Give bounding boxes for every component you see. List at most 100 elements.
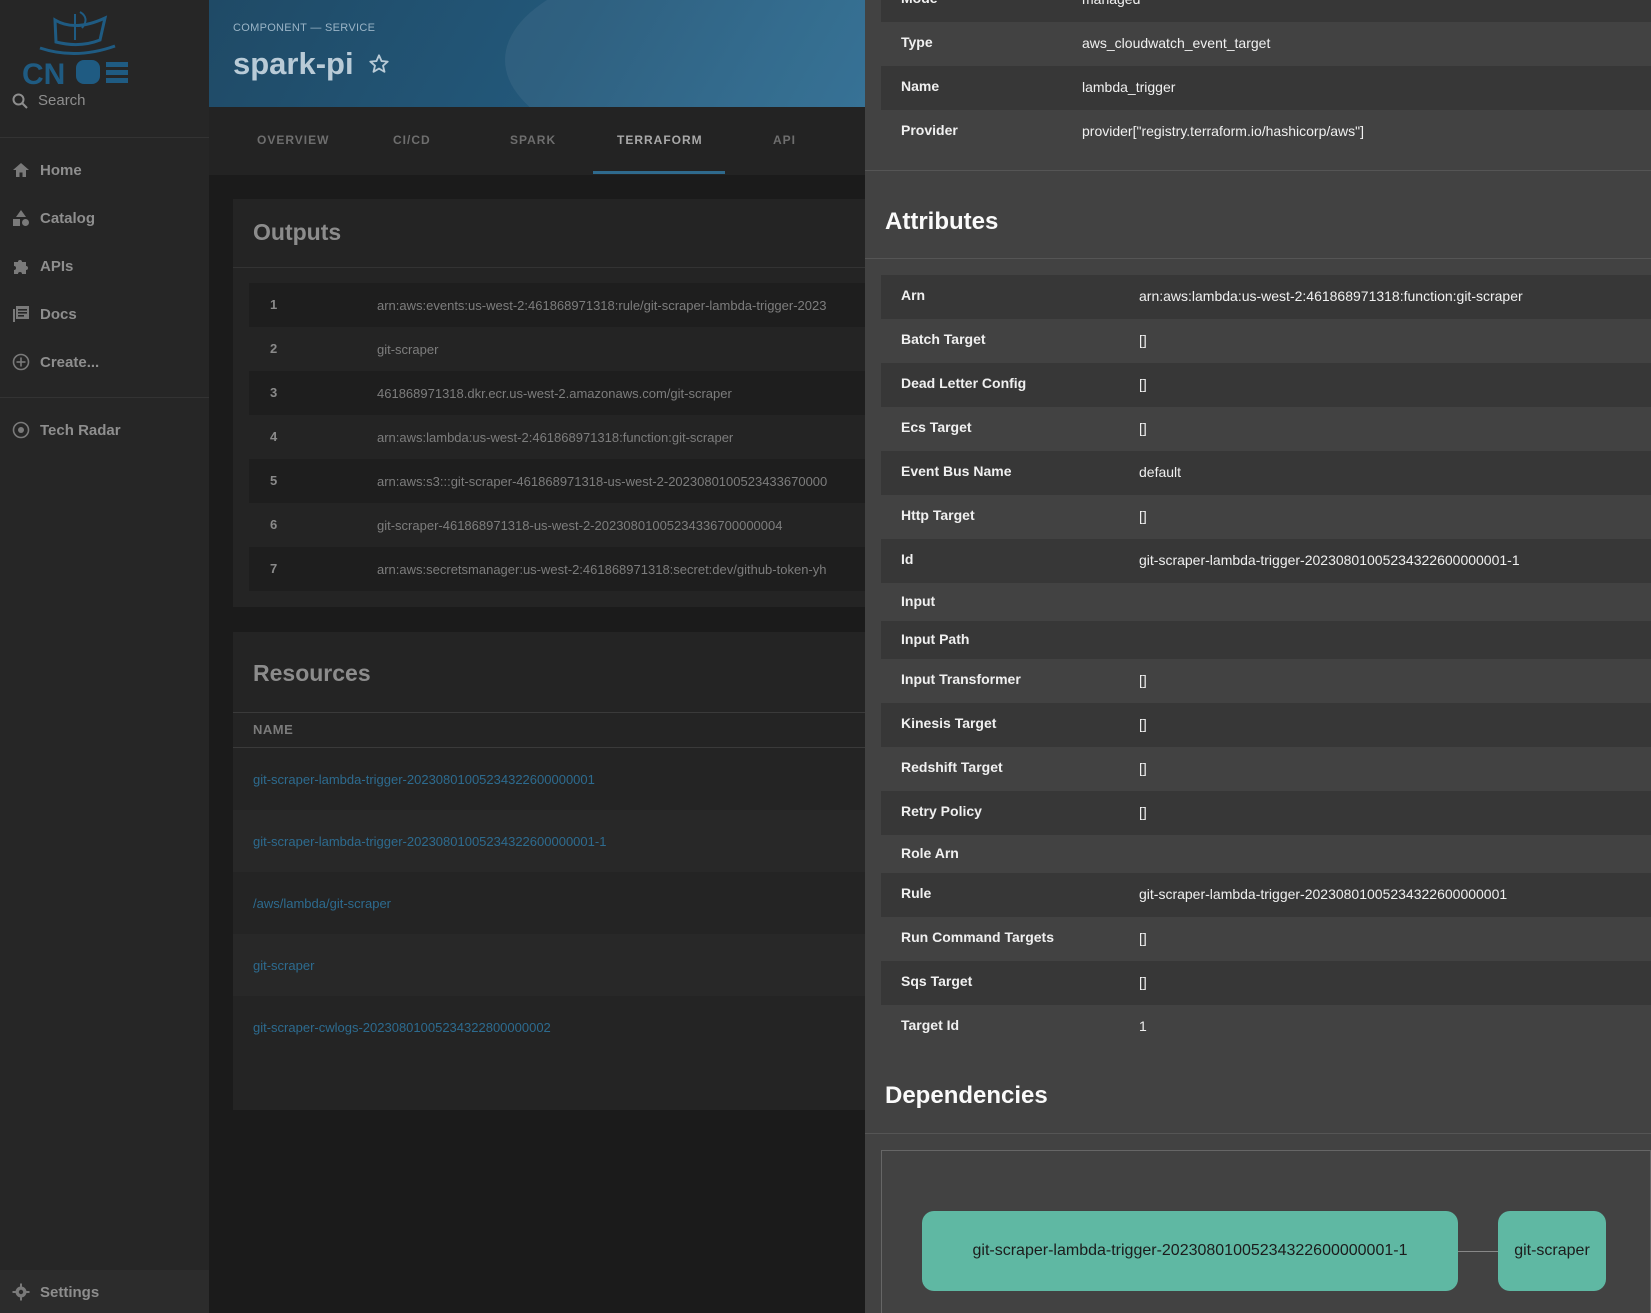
output-row: 4 arn:aws:lambda:us-west-2:461868971318:f… (249, 415, 865, 459)
detail-key: Name (901, 78, 940, 94)
attribute-row: Batch Target [] (881, 319, 1651, 363)
sidebar-divider (0, 397, 209, 398)
resource-link[interactable]: git-scraper-lambda-trigger-2023080100523… (253, 772, 595, 787)
attribute-value: [] (1139, 716, 1147, 732)
attribute-key: Dead Letter Config (901, 375, 1027, 391)
column-header-name[interactable]: NAME (253, 722, 293, 737)
catalog-icon (13, 210, 29, 226)
detail-key: Type (901, 34, 933, 50)
attribute-value: [] (1139, 930, 1147, 946)
attribute-key: Event Bus Name (901, 463, 1012, 479)
attribute-row: Role Arn (881, 835, 1651, 873)
output-value: git-scraper (377, 342, 439, 357)
output-index: 4 (270, 429, 278, 444)
sidebar-item-label: APIs (40, 257, 74, 275)
attribute-key: Arn (901, 287, 926, 303)
tab-terraform[interactable]: TERRAFORM (617, 133, 703, 147)
output-row: 2 git-scraper (249, 327, 865, 371)
attribute-row: Input Transformer [] (881, 659, 1651, 703)
output-index: 7 (270, 561, 278, 576)
attribute-row: Event Bus Name default (881, 451, 1651, 495)
gear-icon (12, 1283, 30, 1301)
attribute-row: Retry Policy [] (881, 791, 1651, 835)
page-title-row: spark-pi (233, 46, 390, 82)
attribute-row: Http Target [] (881, 495, 1651, 539)
resources-title: Resources (253, 660, 371, 686)
sidebar-item-label: Catalog (40, 209, 96, 227)
attribute-value: arn:aws:lambda:us-west-2:461868971318:fu… (1139, 288, 1523, 304)
attribute-row: Sqs Target [] (881, 961, 1651, 1005)
attribute-key: Kinesis Target (901, 715, 997, 731)
drawer-divider (865, 170, 1651, 171)
resource-row: git-scraper-cwlogs-202308010052343228000… (233, 996, 865, 1058)
attribute-row: Input Path (881, 621, 1651, 659)
dependency-node[interactable]: git-scraper (1498, 1211, 1606, 1291)
resources-card: Resources NAME git-scraper-lambda-trigge… (233, 632, 865, 1110)
resource-details-drawer: Mode managed Type aws_cloudwatch_event_tar… (865, 0, 1651, 1313)
tab-spark[interactable]: SPARK (510, 133, 556, 147)
detail-value: aws_cloudwatch_event_target (1082, 35, 1271, 51)
attribute-key: Input Transformer (901, 671, 1021, 687)
detail-row-provider: Provider provider["registry.terraform.io/… (881, 110, 1651, 154)
sidebar-search[interactable]: Search (12, 92, 86, 109)
detail-row-mode: Mode managed (881, 0, 1651, 22)
attribute-value: [] (1139, 974, 1147, 990)
resource-link[interactable]: git-scraper (253, 958, 314, 973)
attribute-key: Input (901, 593, 936, 609)
resource-link[interactable]: git-scraper-lambda-trigger-2023080100523… (253, 834, 606, 849)
attribute-key: Retry Policy (901, 803, 982, 819)
detail-value: provider["registry.terraform.io/hashicor… (1082, 123, 1364, 139)
drawer-divider (865, 1133, 1651, 1134)
sidebar-item-apis[interactable]: APIs (12, 257, 73, 275)
output-index: 5 (270, 473, 278, 488)
detail-row-type: Type aws_cloudwatch_event_target (881, 22, 1651, 66)
attribute-key: Redshift Target (901, 759, 1003, 775)
tab-ci-cd[interactable]: CI/CD (393, 133, 431, 147)
cnoe-logo[interactable]: CN (20, 8, 132, 86)
resource-link[interactable]: /aws/lambda/git-scraper (253, 896, 391, 911)
sidebar-item-tech-radar[interactable]: Tech Radar (12, 421, 121, 439)
resource-row: git-scraper-lambda-trigger-2023080100523… (233, 810, 865, 872)
output-value: git-scraper-461868971318-us-west-2-20230… (377, 518, 783, 533)
star-icon[interactable] (368, 53, 390, 75)
drawer-divider (865, 258, 1651, 259)
detail-row-name: Name lambda_trigger (881, 66, 1651, 110)
sidebar-item-home[interactable]: Home (12, 161, 82, 179)
attribute-row: Kinesis Target [] (881, 703, 1651, 747)
dependency-node[interactable]: git-scraper-lambda-trigger-2023080100523… (922, 1211, 1458, 1291)
puzzle-icon (14, 260, 28, 274)
attribute-key: Rule (901, 885, 932, 901)
sidebar-item-settings[interactable]: Settings (12, 1283, 99, 1301)
radar-icon (12, 421, 30, 439)
settings-bar: Settings (0, 1270, 209, 1313)
attribute-key: Id (901, 551, 914, 567)
attribute-key: Sqs Target (901, 973, 973, 989)
attribute-key: Ecs Target (901, 419, 972, 435)
sidebar: CN Search Home Catalog APIs Docs Create.… (0, 0, 209, 1313)
attribute-value: 1 (1139, 1018, 1147, 1034)
attribute-value: default (1139, 464, 1182, 480)
attribute-value: [] (1139, 332, 1147, 348)
sidebar-item-catalog[interactable]: Catalog (12, 209, 95, 227)
dependency-graph: git-scraper-lambda-trigger-2023080100523… (881, 1150, 1651, 1313)
tab-api[interactable]: API (773, 133, 796, 147)
sidebar-item-docs[interactable]: Docs (12, 305, 77, 323)
sidebar-item-create[interactable]: Create... (12, 353, 99, 371)
sidebar-item-label: Create... (40, 353, 100, 371)
attribute-key: Input Path (901, 631, 970, 647)
attribute-value: [] (1139, 376, 1147, 392)
tab-overview[interactable]: OVERVIEW (257, 133, 329, 147)
output-index: 3 (270, 385, 278, 400)
attributes-title: Attributes (885, 208, 999, 235)
detail-value: lambda_trigger (1082, 79, 1176, 95)
attribute-row: Input (881, 583, 1651, 621)
attribute-row: Run Command Targets [] (881, 917, 1651, 961)
sidebar-divider (0, 137, 209, 138)
output-value: arn:aws:s3:::git-scraper-461868971318-us… (377, 474, 828, 489)
attribute-key: Role Arn (901, 845, 959, 861)
output-value: arn:aws:secretsmanager:us-west-2:4618689… (377, 562, 827, 577)
breadcrumb: COMPONENT — SERVICE (233, 22, 376, 34)
resource-link[interactable]: git-scraper-cwlogs-202308010052343228000… (253, 1020, 551, 1035)
attribute-value: [] (1139, 760, 1147, 776)
docs-icon (13, 306, 29, 322)
